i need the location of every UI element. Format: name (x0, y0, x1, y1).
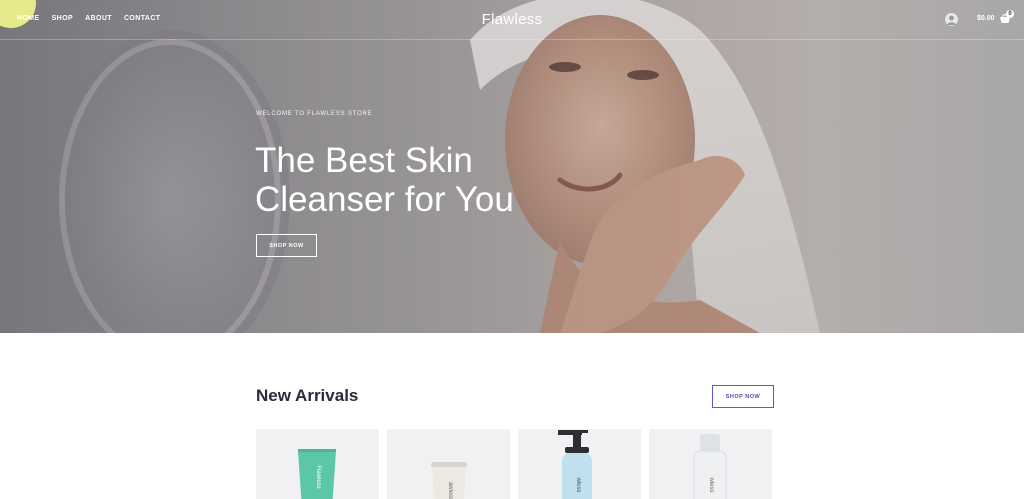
site-logo[interactable]: Flawless (0, 11, 1024, 28)
cart-total[interactable]: $0.00 (977, 15, 995, 22)
product-card[interactable]: wless (649, 429, 772, 499)
hero-title-line-1: The Best Skin (255, 141, 473, 180)
cart-count-badge: 0 (1006, 10, 1014, 18)
hero-eyebrow: WELCOME TO FLAWLESS STORE (256, 111, 373, 117)
product-label: wless (575, 476, 581, 492)
product-image-tube-green: Flawless (298, 449, 336, 499)
product-card[interactable]: awless (387, 429, 510, 499)
product-label: Flawless (315, 465, 321, 488)
hero-title-line-2: Cleanser for You (255, 180, 514, 219)
new-arrivals-shop-now-button[interactable]: SHOP NOW (712, 385, 774, 408)
new-arrivals-title: New Arrivals (256, 386, 359, 405)
product-image-bottle-white: wless (693, 434, 727, 499)
account-icon[interactable] (945, 13, 958, 26)
product-grid: Flawless awless wless wless (256, 429, 772, 499)
product-label: awless (447, 482, 453, 499)
hero-shop-now-button[interactable]: SHOP NOW (256, 234, 317, 257)
product-image-pump-bottle: wless (558, 430, 592, 499)
hero-title: The Best Skin Cleanser for You (255, 141, 555, 219)
product-image-tube-cream: awless (431, 462, 467, 499)
top-navigation: HOME SHOP ABOUT CONTACT Flawless $0.00 0 (0, 0, 1024, 40)
product-label: wless (708, 476, 714, 492)
hero-banner: HOME SHOP ABOUT CONTACT Flawless $0.00 0… (0, 0, 1024, 333)
product-card[interactable]: wless (518, 429, 641, 499)
product-card[interactable]: Flawless (256, 429, 379, 499)
